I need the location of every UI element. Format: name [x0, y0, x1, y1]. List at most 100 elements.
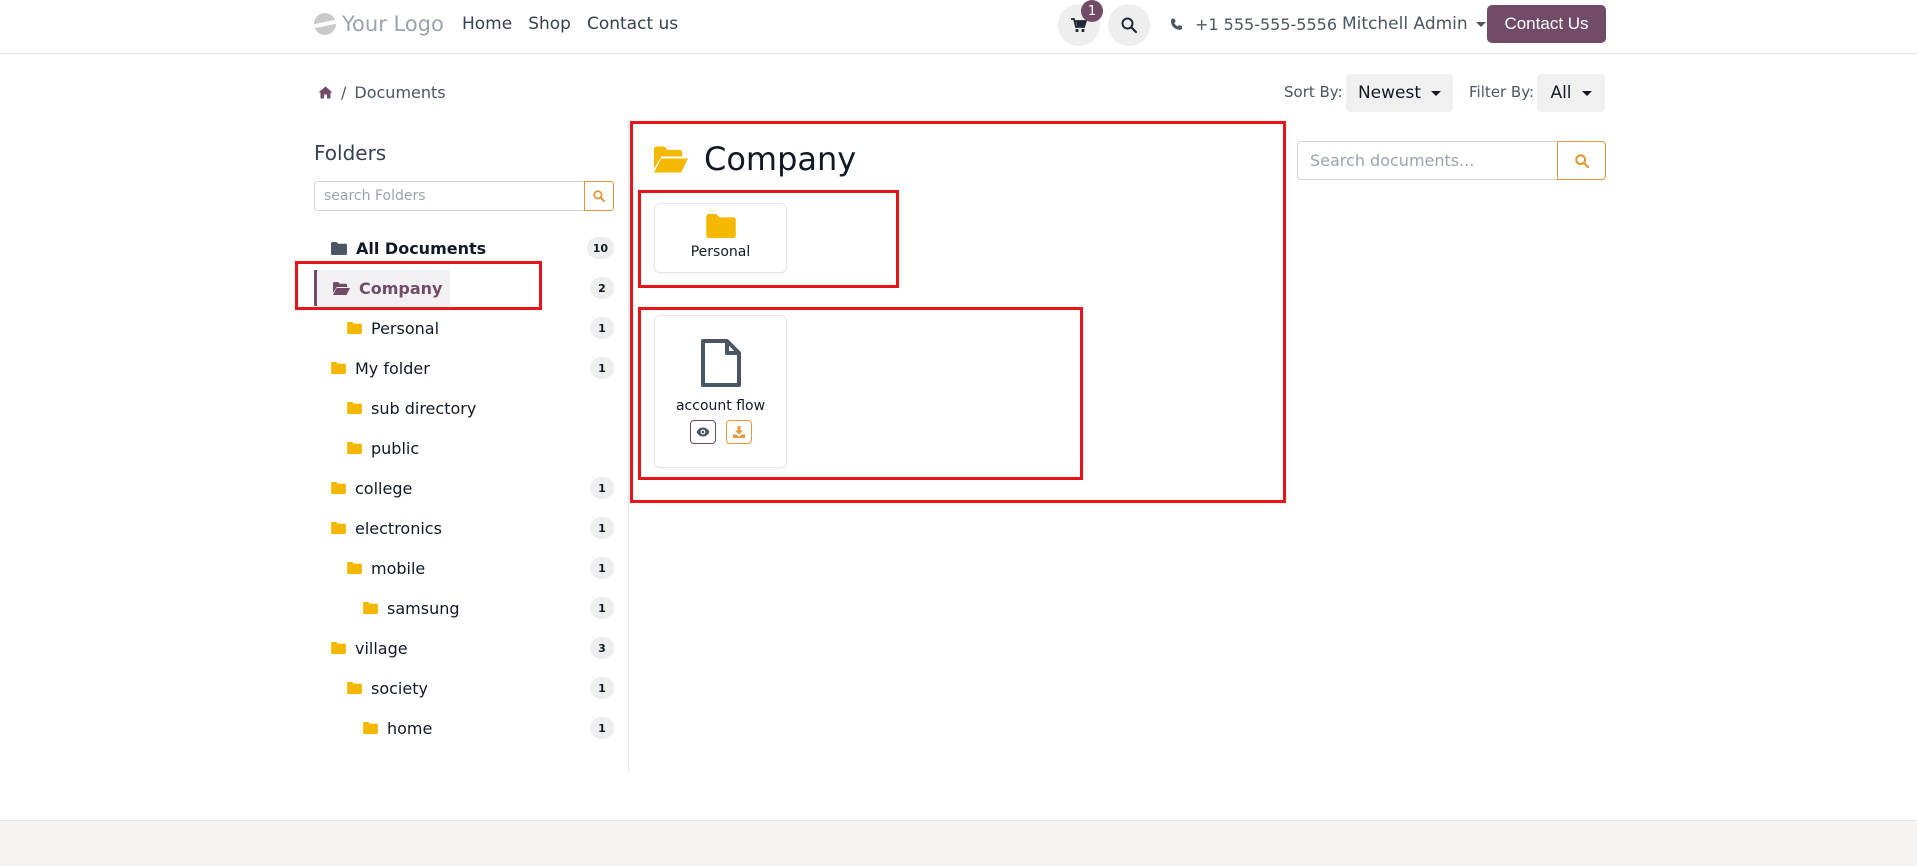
eye-icon [696, 427, 709, 437]
folder-count-badge: 1 [590, 677, 614, 699]
folder-icon [347, 682, 362, 694]
document-card-account-flow[interactable]: account flow [654, 315, 787, 468]
site-header: Your Logo Home Shop Contact us 1 +1 555-… [0, 0, 1917, 54]
user-name: Mitchell Admin [1342, 14, 1468, 34]
folder-icon [363, 722, 378, 734]
folders-title: Folders [314, 141, 387, 165]
document-label: account flow [675, 398, 766, 414]
folder-count-badge: 1 [590, 477, 614, 499]
folder-search [314, 181, 614, 211]
nav-contact[interactable]: Contact us [587, 14, 678, 34]
sidebar-item-mobile[interactable]: mobile 1 [314, 553, 614, 583]
folder-icon [331, 482, 346, 494]
folder-icon [331, 241, 347, 255]
folder-open-icon [333, 281, 350, 295]
folder-search-button[interactable] [584, 181, 614, 211]
sidebar-item-label: society [371, 678, 428, 698]
folder-count-badge: 1 [590, 357, 614, 379]
nav-shop[interactable]: Shop [528, 14, 571, 34]
phone-icon [1171, 18, 1183, 30]
folder-icon [347, 402, 362, 414]
sort-value: Newest [1357, 83, 1422, 103]
sidebar-item-public[interactable]: public [314, 433, 614, 463]
folder-icon [347, 322, 362, 334]
folder-title-text: Company [704, 140, 857, 178]
folder-count-badge: 1 [590, 517, 614, 539]
sidebar-divider [628, 120, 629, 772]
document-actions [689, 420, 752, 444]
breadcrumb: / Documents [318, 83, 446, 102]
cart-count-badge: 1 [1081, 0, 1103, 22]
sidebar-item-label: college [355, 478, 413, 498]
folder-icon [347, 562, 362, 574]
logo-text: Your Logo [342, 12, 444, 36]
download-document-button[interactable] [725, 420, 752, 444]
breadcrumb-separator: / [341, 83, 347, 102]
subfolder-card-personal[interactable]: Personal [654, 203, 787, 273]
sidebar-item-label: village [355, 638, 408, 658]
sidebar-item-label: Personal [371, 318, 440, 338]
sidebar-item-label: samsung [387, 598, 460, 618]
sidebar-item-my-folder[interactable]: My folder 1 [314, 353, 614, 383]
filter-dropdown[interactable]: All [1537, 74, 1605, 112]
folder-icon [331, 522, 346, 534]
sidebar-item-sub-directory[interactable]: sub directory [314, 393, 614, 423]
folder-count-badge: 10 [586, 237, 614, 259]
folder-icon [347, 442, 362, 454]
folder-search-input[interactable] [314, 181, 584, 211]
logo-icon [314, 13, 336, 35]
sidebar-item-label: public [371, 438, 420, 458]
chevron-down-icon [1475, 21, 1486, 27]
folder-icon [705, 214, 736, 238]
page-footer [0, 820, 1917, 866]
sidebar-item-label: home [387, 718, 433, 738]
folder-count-badge: 1 [590, 557, 614, 579]
contact-us-button[interactable]: Contact Us [1487, 5, 1606, 43]
folder-count-badge: 3 [590, 637, 614, 659]
folder-icon [363, 602, 378, 614]
sidebar-item-samsung[interactable]: samsung 1 [314, 593, 614, 623]
sort-label: Sort By: [1284, 83, 1343, 101]
sidebar-item-label: My folder [355, 358, 430, 378]
home-icon[interactable] [318, 86, 333, 99]
breadcrumb-current: Documents [354, 83, 446, 102]
main-nav: Home Shop Contact us [462, 14, 678, 34]
sidebar-item-home[interactable]: home 1 [314, 713, 614, 743]
search-icon [593, 190, 605, 202]
sidebar-item-label: Company [359, 278, 443, 298]
download-icon [732, 426, 745, 438]
chevron-down-icon [1581, 90, 1592, 96]
site-logo[interactable]: Your Logo [314, 12, 444, 36]
user-menu[interactable]: Mitchell Admin [1342, 14, 1486, 34]
filter-value: All [1550, 83, 1572, 103]
document-search-input[interactable] [1297, 141, 1557, 180]
cart-button[interactable]: 1 [1058, 0, 1103, 46]
filter-label: Filter By: [1469, 83, 1535, 101]
phone-link[interactable]: +1 555-555-5556 [1170, 15, 1337, 34]
subfolder-label: Personal [690, 244, 751, 260]
sidebar-item-label: electronics [355, 518, 442, 538]
sidebar-item-electronics[interactable]: electronics 1 [314, 513, 614, 543]
folder-open-icon [654, 146, 688, 172]
sort-dropdown[interactable]: Newest [1346, 74, 1453, 112]
sidebar-item-label: mobile [371, 558, 426, 578]
document-search-button[interactable] [1557, 141, 1606, 180]
sidebar-item-all-documents[interactable]: All Documents 10 [314, 233, 614, 263]
sidebar-item-personal[interactable]: Personal 1 [314, 313, 614, 343]
search-icon [1121, 17, 1137, 33]
sidebar-item-society[interactable]: society 1 [314, 673, 614, 703]
phone-number: +1 555-555-5556 [1195, 15, 1338, 34]
folder-title: Company [654, 140, 856, 178]
folder-icon [331, 642, 346, 654]
folder-icon [331, 362, 346, 374]
view-document-button[interactable] [689, 420, 716, 444]
sidebar-item-company[interactable]: Company 2 [314, 273, 614, 303]
sidebar-item-label: sub directory [371, 398, 477, 418]
folder-count-badge: 2 [590, 277, 614, 299]
nav-home[interactable]: Home [462, 14, 512, 34]
sidebar-item-village[interactable]: village 3 [314, 633, 614, 663]
header-search-button[interactable] [1108, 4, 1150, 46]
sidebar-item-college[interactable]: college 1 [314, 473, 614, 503]
file-icon [700, 339, 741, 387]
folder-count-badge: 1 [590, 717, 614, 739]
